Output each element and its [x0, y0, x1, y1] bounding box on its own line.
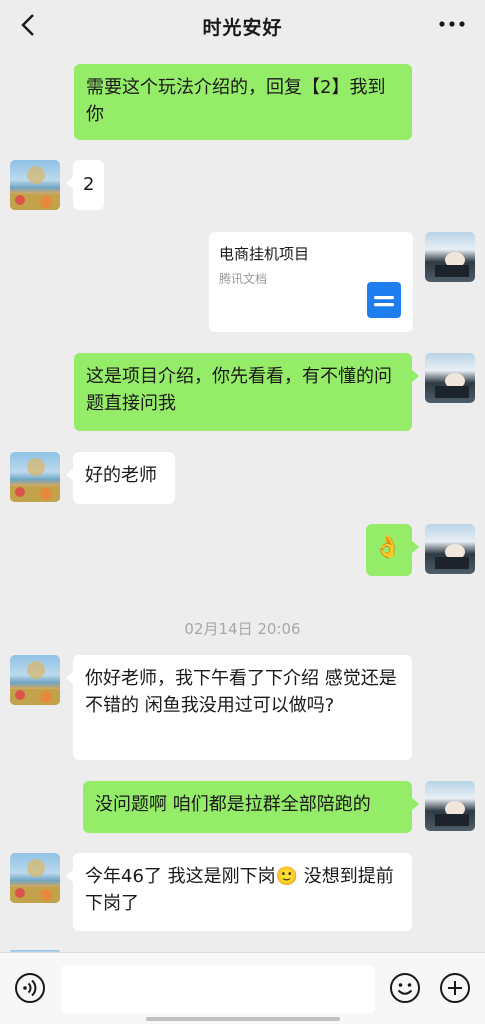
message-text: 今年46了 我这是刚下岗🙂 没想到提前下岗了: [85, 866, 394, 914]
message-bubble-sent[interactable]: 👌: [366, 524, 419, 576]
message-bubble-received[interactable]: 你好老师，我下午看了下介绍 感觉还是不错的 闲鱼我没用过可以做吗?: [66, 655, 412, 760]
message-text: 没问题啊 咱们都是拉群全部陪跑的: [95, 794, 371, 815]
back-icon[interactable]: [14, 10, 44, 40]
chat-title: 时光安好: [202, 16, 283, 39]
message-bubble-sent[interactable]: 没问题啊 咱们都是拉群全部陪跑的: [83, 781, 419, 833]
voice-icon[interactable]: [14, 972, 46, 1004]
message-bubble-sent[interactable]: 这是项目介绍，你先看看，有不懂的问题直接问我: [74, 353, 419, 431]
home-indicator: [146, 1017, 340, 1021]
emoji-icon[interactable]: [389, 972, 421, 1004]
message-bubble-received[interactable]: 2: [65, 160, 105, 210]
message-text: 这是项目介绍，你先看看，有不懂的问题直接问我: [86, 366, 392, 414]
doc-card-title: 电商挂机项目: [219, 245, 310, 263]
avatar[interactable]: [425, 524, 475, 574]
input-bar: [0, 952, 485, 1024]
avatar[interactable]: [10, 655, 60, 705]
avatar[interactable]: [10, 452, 60, 502]
message-text: 2: [83, 174, 95, 195]
message-bubble-sent[interactable]: 需要这个玩法介绍的，回复【2】我到你: [74, 64, 412, 140]
doc-icon: [367, 282, 401, 318]
message-text: 好的老师: [85, 465, 157, 486]
message-input[interactable]: [61, 965, 375, 1013]
avatar[interactable]: [425, 232, 475, 282]
plus-icon[interactable]: [439, 972, 471, 1004]
ok-hand-emoji: 👌: [374, 535, 402, 560]
message-text: 你好老师，我下午看了下介绍 感觉还是不错的 闲鱼我没用过可以做吗?: [85, 668, 397, 716]
avatar[interactable]: [10, 853, 60, 903]
message-text: 需要这个玩法介绍的，回复【2】我到你: [86, 77, 386, 125]
avatar[interactable]: [425, 781, 475, 831]
avatar[interactable]: [425, 353, 475, 403]
chat-header: 时光安好: [0, 0, 485, 52]
message-bubble-received[interactable]: 好的老师: [66, 452, 175, 504]
timestamp: 02月14日 20:06: [184, 620, 301, 638]
doc-card[interactable]: 电商挂机项目 腾讯文档: [209, 232, 413, 332]
message-list[interactable]: 需要这个玩法介绍的，回复【2】我到你 2 电商挂机项目 腾讯文档 这是项目介绍，…: [0, 52, 485, 952]
more-icon[interactable]: [437, 14, 467, 34]
message-bubble-received[interactable]: 今年46了 我这是刚下岗🙂 没想到提前下岗了: [66, 853, 412, 931]
avatar[interactable]: [10, 160, 60, 210]
